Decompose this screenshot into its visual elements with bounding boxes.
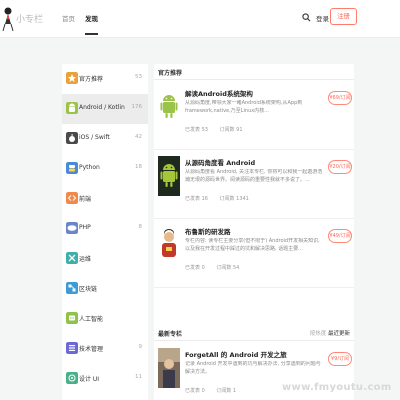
author-photo-icon [158,348,180,388]
column-list: 官方推荐 解读Android系统架构 从源码角度,带领大家一睹Android系统… [154,64,354,400]
card-description: 专栏内容: 读专栏主要分享(但不限于) Android开发相关知识, 以及我在开… [185,238,320,252]
php-icon [66,222,78,234]
sidebar-item-ai[interactable]: 人工智能 [62,304,148,334]
section-divider [154,340,354,341]
card-posts: 已发表 16 [185,196,208,202]
card-description: 从源码角度看 Android, 关注本专栏, 你将可以和我一起遨游浩瀚无垠的源码… [185,169,323,183]
logo-text[interactable]: 小专栏 [16,12,43,25]
android-icon [66,102,78,114]
card-title[interactable]: 布鲁斯的研发路 [185,226,231,236]
design-icon [66,372,78,384]
sidebar-item-label: PHP [79,224,91,231]
sidebar-item-android[interactable]: Android / Kotlin 176 [62,94,148,124]
subscribe-price-button[interactable]: ¥49/订阅 [328,229,352,243]
nav-active-indicator [85,33,98,35]
code-icon [66,192,78,204]
management-icon [66,342,78,354]
search-icon[interactable] [302,13,311,22]
column-card[interactable]: 从源码角度看 Android 从源码角度看 Android, 关注本专栏, 你将… [154,151,354,219]
nav-home[interactable]: 首页 [62,13,75,23]
card-subscribers: 订阅数 54 [216,265,240,271]
nav-discover[interactable]: 发现 [85,13,98,23]
blockchain-icon [66,282,78,294]
apple-icon [66,132,78,144]
section-divider [154,79,354,80]
sidebar-item-count: 53 [135,74,142,80]
card-title[interactable]: ForgetAll 的 Android 开发之旅 [185,349,287,359]
sidebar-item-count: 8 [138,224,143,230]
category-sidebar: 官方推荐 53 Android / Kotlin 176 iOS / Swift… [62,64,148,400]
android-robot-icon [158,156,180,196]
sidebar-item-count: 42 [135,134,142,140]
latest-section-title: 最新专栏 [158,331,183,338]
sidebar-item-count: 11 [135,374,142,380]
register-button[interactable]: 注册 [330,8,357,25]
author-avatar-icon [158,225,180,265]
sidebar-item-design[interactable]: 设计 UI 11 [62,364,148,394]
sort-by-latest[interactable]: 最近更新 [328,331,350,337]
sidebar-item-label: 设计 UI [79,376,100,383]
card-meta: 已发表 16 订阅数 1341 [185,195,259,202]
card-subscribers: 订阅数 1 [216,388,237,394]
sidebar-item-label: 人工智能 [79,316,104,323]
card-posts: 已发表 0 [185,265,205,271]
login-link[interactable]: 登录 [316,13,329,23]
card-posts: 已发表 0 [185,388,205,394]
sidebar-item-label: Android / Kotlin [79,104,125,111]
sidebar-item-count: 9 [138,344,143,350]
sidebar-item-label: 区块链 [79,286,98,293]
sidebar-item-blockchain[interactable]: 区块链 [62,274,148,304]
card-description: 从源码角度,带领大家一睹Android系统架构,从App到framework,n… [185,100,303,114]
ai-icon [66,312,78,324]
card-posts: 已发表 53 [185,127,208,133]
sidebar-item-management[interactable]: 技术管理 9 [62,334,148,364]
card-description: 记录 Android 开发中遇到的坑与解决办法, 分享遇到的问题与解决方法。 [185,361,321,375]
python-icon [66,162,78,174]
sidebar-item-count: 176 [131,104,143,110]
sidebar-item-label: 官方推荐 [79,76,104,83]
sidebar-item-php[interactable]: PHP 8 [62,214,148,244]
sidebar-item-ops[interactable]: 运维 [62,244,148,274]
sidebar-item-label: Python [79,164,100,171]
card-meta: 已发表 0 订阅数 1 [185,387,246,394]
column-card[interactable]: 布鲁斯的研发路 专栏内容: 读专栏主要分享(但不限于) Android开发相关知… [154,220,354,288]
subscribe-price-button[interactable]: ¥20/订阅 [328,160,352,174]
sidebar-item-label: 技术管理 [79,346,104,353]
subscribe-price-button[interactable]: ¥69/订阅 [328,91,352,105]
sort-tabs: 按热度 最近更新 [310,329,350,337]
card-title[interactable]: 解读Android系统架构 [185,88,253,98]
android-robot-icon [158,87,180,127]
sidebar-item-python[interactable]: Python 18 [62,154,148,184]
star-icon [66,72,78,84]
official-section-title: 官方推荐 [158,70,183,77]
card-meta: 已发表 0 订阅数 54 [185,264,249,271]
sidebar-item-ios[interactable]: iOS / Swift 42 [62,124,148,154]
column-card[interactable]: 解读Android系统架构 从源码角度,带领大家一睹Android系统架构,从A… [154,82,354,150]
logo-icon[interactable] [2,6,14,32]
card-title[interactable]: 从源码角度看 Android [185,157,255,167]
card-subscribers: 订阅数 91 [219,127,243,133]
sidebar-item-frontend[interactable]: 前端 [62,184,148,214]
sidebar-item-official[interactable]: 官方推荐 53 [62,64,148,94]
sidebar-item-label: 前端 [79,196,92,203]
tools-icon [66,252,78,264]
sidebar-item-label: 运维 [79,256,92,263]
sort-by-hot[interactable]: 按热度 [310,331,327,337]
card-subscribers: 订阅数 1341 [219,196,249,202]
subscribe-price-button[interactable]: ¥9/订阅 [328,352,352,366]
watermark-text: www.fmyoutu.com [282,382,392,393]
card-meta: 已发表 53 订阅数 91 [185,126,253,133]
top-header: 小专栏 首页 发现 登录 注册 [0,0,400,38]
sidebar-item-label: iOS / Swift [79,134,110,141]
sidebar-item-count: 18 [135,164,142,170]
